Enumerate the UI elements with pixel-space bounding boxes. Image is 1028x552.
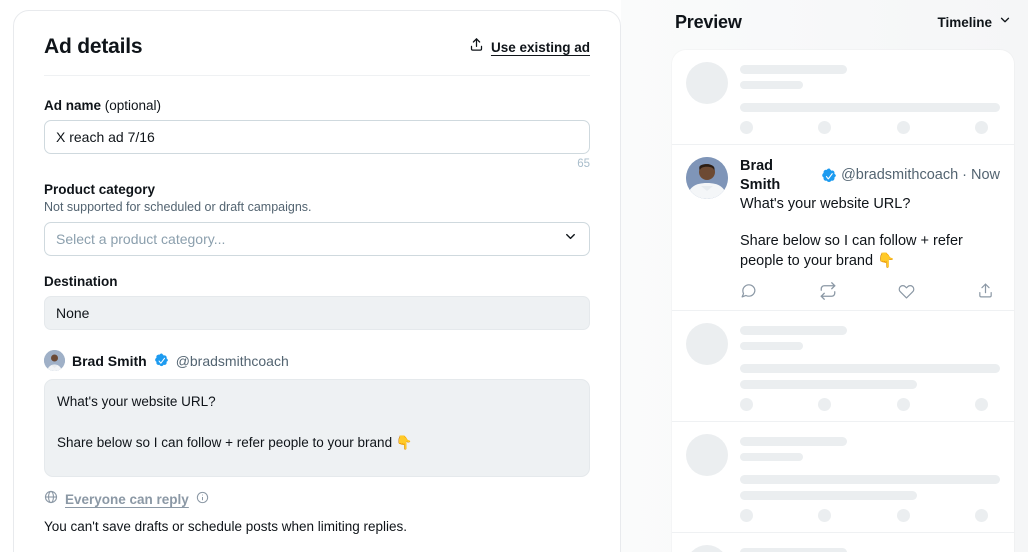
reply-settings-note: You can't save drafts or schedule posts …	[44, 519, 408, 534]
upload-icon	[469, 37, 484, 57]
reply-settings-row[interactable]: Everyone can reply	[44, 490, 590, 509]
preview-tweet-name: Brad Smith	[740, 158, 781, 193]
skeleton-body	[740, 323, 1000, 412]
product-category-field-group: Product category Not supported for sched…	[44, 182, 590, 256]
skeleton-dot	[818, 121, 832, 134]
verified-badge-icon	[154, 353, 169, 368]
post-text-line-2: Share below so I can follow + refer peop…	[57, 434, 413, 450]
post-author-handle: @bradsmithcoach	[175, 352, 289, 369]
use-existing-ad-label: Use existing ad	[490, 39, 590, 55]
skeleton-line	[740, 364, 1000, 374]
header-divider	[44, 75, 590, 76]
retweet-icon[interactable]	[819, 282, 837, 301]
post-author-name: Brad Smith	[72, 352, 147, 369]
skeleton-body	[740, 545, 1000, 552]
preview-title: Preview	[675, 11, 742, 32]
skeleton-avatar	[686, 323, 728, 366]
preview-tweet-time: Now	[970, 167, 1000, 184]
skeleton-dot	[740, 398, 753, 412]
skeleton-dot	[896, 121, 910, 134]
skeleton-dot	[740, 121, 753, 134]
preview-tweet-actions	[740, 282, 1000, 301]
globe-icon	[44, 490, 58, 509]
skeleton-line	[740, 453, 803, 462]
reply-icon[interactable]	[740, 282, 757, 300]
preview-tweet-line-1: What's your website URL?	[740, 195, 911, 212]
like-icon[interactable]	[898, 282, 915, 300]
preview-tweet-header: Brad Smith @bradsmithcoach · Now	[740, 157, 1000, 195]
destination-field-group: Destination None	[44, 274, 590, 330]
skeleton-avatar	[686, 434, 728, 477]
preview-tweet-handle: @bradsmithcoach	[841, 167, 959, 184]
product-category-placeholder: Select a product category...	[56, 231, 226, 247]
avatar	[44, 350, 65, 371]
skeleton-body	[740, 434, 1000, 523]
skeleton-avatar	[686, 62, 728, 104]
destination-label: Destination	[44, 274, 118, 289]
list-item	[672, 50, 1014, 145]
preview-tweet-body: Brad Smith @bradsmithcoach · Now What's …	[740, 157, 1000, 302]
preview-timeline: Brad Smith @bradsmithcoach · Now What's …	[672, 50, 1014, 552]
preview-tweet-card: Brad Smith @bradsmithcoach · Now What's …	[672, 145, 1014, 312]
skeleton-line	[740, 65, 847, 74]
post-author-row: Brad Smith @bradsmithcoach	[44, 350, 590, 371]
preview-panel: Preview Timeline Brad Smith @bradsmithco…	[621, 0, 1028, 552]
verified-badge-icon	[821, 168, 837, 184]
preview-placement-select[interactable]: Timeline	[937, 13, 1012, 32]
post-text-area[interactable]: What's your website URL? Share below so …	[44, 379, 590, 477]
skeleton-dot	[974, 509, 988, 523]
skeleton-line	[740, 548, 847, 552]
skeleton-dot	[818, 509, 832, 523]
skeleton-line	[740, 326, 847, 336]
card-header: Ad details Use existing ad	[44, 11, 590, 75]
preview-placement-label: Timeline	[937, 14, 992, 30]
skeleton-dot	[896, 509, 910, 523]
list-item	[672, 311, 1014, 423]
skeleton-dot	[974, 121, 988, 134]
ad-name-field-group: Ad name (optional) 65	[44, 98, 590, 170]
preview-tweet-line-2: Share below so I can follow + refer peop…	[740, 233, 963, 269]
preview-tweet-separator: ·	[962, 167, 967, 184]
chevron-down-icon	[998, 13, 1012, 32]
skeleton-actions	[740, 398, 1000, 412]
skeleton-avatar	[686, 545, 728, 552]
list-item	[672, 422, 1014, 534]
skeleton-line	[740, 103, 1000, 112]
ad-name-input[interactable]	[44, 120, 590, 154]
skeleton-dot	[740, 509, 753, 523]
ad-details-card: Ad details Use existing ad Ad name (opti…	[13, 10, 621, 552]
ad-name-optional-suffix: (optional)	[101, 98, 162, 113]
avatar	[686, 157, 728, 199]
product-category-label: Product category	[44, 182, 156, 197]
ad-name-char-count: 65	[577, 158, 590, 170]
post-text-line-1: What's your website URL?	[57, 394, 216, 409]
ad-name-label: Ad name (optional)	[44, 98, 162, 113]
skeleton-actions	[740, 509, 1000, 523]
skeleton-line	[740, 475, 1000, 485]
skeleton-line	[740, 491, 917, 501]
skeleton-dot	[818, 398, 832, 412]
chevron-down-icon	[563, 229, 578, 249]
skeleton-body	[740, 62, 1000, 134]
skeleton-line	[740, 380, 917, 390]
ad-composer-screen: Ad details Use existing ad Ad name (opti…	[0, 0, 1028, 552]
list-item	[672, 533, 1014, 552]
use-existing-ad-button[interactable]: Use existing ad	[469, 37, 590, 57]
skeleton-line	[740, 342, 803, 351]
skeleton-actions	[740, 121, 1000, 134]
skeleton-dot	[896, 398, 910, 412]
info-circle-icon[interactable]	[196, 491, 209, 509]
skeleton-line	[740, 437, 847, 447]
product-category-select[interactable]: Select a product category...	[44, 222, 590, 256]
product-category-description: Not supported for scheduled or draft cam…	[44, 200, 312, 214]
page-title: Ad details	[44, 35, 143, 58]
share-icon[interactable]	[977, 282, 994, 300]
skeleton-dot	[974, 398, 988, 412]
preview-header: Preview Timeline	[621, 0, 1028, 36]
reply-settings-label: Everyone can reply	[65, 492, 189, 507]
skeleton-line	[740, 81, 803, 89]
destination-value: None	[44, 296, 590, 330]
